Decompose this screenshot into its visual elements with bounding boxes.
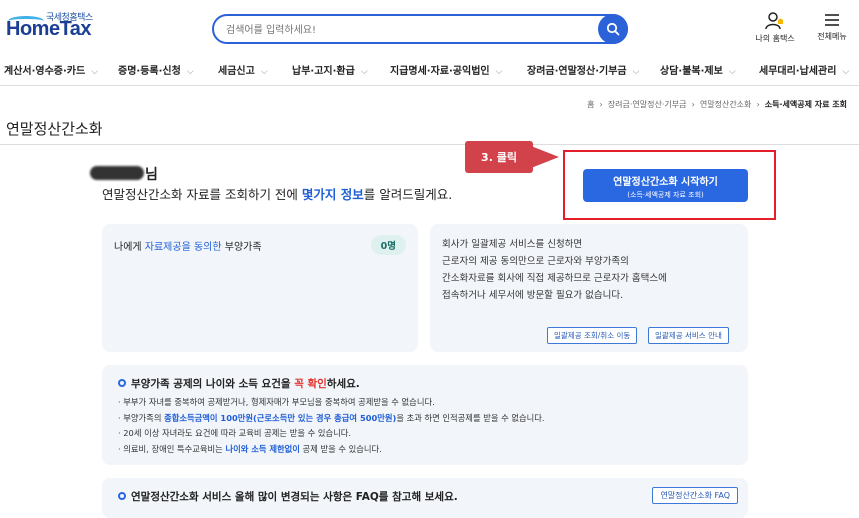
list-item: 부부가 자녀를 중복하여 공제받거나, 형제자매가 부모님을 중복하여 공제받을… xyxy=(118,395,545,411)
step-callout: 3. 클릭 xyxy=(465,141,533,173)
list-item: 20세 이상 자녀라도 요건에 따라 교육비 공제는 받을 수 있습니다. xyxy=(118,426,545,442)
text-line: 접속하거나 세무서에 방문할 필요가 없습니다. xyxy=(442,290,624,301)
greeting-highlight: 몇가지 정보 xyxy=(301,187,364,202)
breadcrumb: 홈 › 장려금·연말정산·기부금 › 연말정산간소화 › 소득·세액공제 자료 … xyxy=(587,100,847,109)
breadcrumb-item[interactable]: 홈 xyxy=(587,100,594,109)
faq-button[interactable]: 연말정산간소화 FAQ xyxy=(652,487,738,504)
list-item: 부양가족의 종합소득금액이 100만원(근로소득만 있는 경우 총급여 500만… xyxy=(118,411,545,427)
notice-list: 부부가 자녀를 중복하여 공제받거나, 형제자매가 부모님을 중복하여 공제받을… xyxy=(118,395,545,458)
chevron-down-icon: ⌵ xyxy=(842,67,850,77)
faq-notice: 연말정산간소화 서비스 올해 많이 변경되는 사항은 FAQ를 참고해 보세요.… xyxy=(102,478,748,518)
search-input[interactable] xyxy=(226,21,606,39)
nav-label: 납부·고지·환급 xyxy=(292,66,355,77)
redacted-username xyxy=(90,166,144,180)
divider xyxy=(0,144,859,145)
page-title: 연말정산간소화 xyxy=(6,120,103,138)
nav-item-certificate[interactable]: 증명·등록·신청 ⌵ xyxy=(118,62,194,77)
list-text: 부부가 자녀를 중복하여 공제받거나, 형제자매가 부모님을 중복하여 공제받을… xyxy=(123,397,435,407)
my-hometax-button[interactable]: 나의 홈택스 xyxy=(750,12,800,44)
nav-label: 지급명세·자료·공익법인 xyxy=(390,66,490,77)
all-menu-button[interactable]: 전체메뉴 xyxy=(807,12,857,42)
consent-highlight: 자료제공을 동의한 xyxy=(144,242,222,253)
search-icon xyxy=(606,22,620,36)
notice-title-b: 하세요. xyxy=(326,378,360,390)
start-year-end-settlement-button[interactable]: 연말정산간소화 시작하기 (소득·세액공제 자료 조회) xyxy=(583,169,748,202)
notice-title-emphasis: 꼭 확인 xyxy=(294,378,327,390)
consent-card-title: 나에게 자료제공을 동의한 부양가족 xyxy=(114,238,262,253)
nav-item-tax-agent[interactable]: 세무대리·납세관리 ⌵ xyxy=(759,62,849,77)
menu-icon xyxy=(825,14,839,26)
list-highlight: 나이와 소득 제한없이 xyxy=(225,443,300,454)
user-bell-icon xyxy=(765,12,783,30)
all-menu-label: 전체메뉴 xyxy=(817,32,847,41)
nav-label: 세금신고 xyxy=(218,66,255,77)
consent-dependents-card: 나에게 자료제공을 동의한 부양가족 0명 xyxy=(102,224,418,352)
list-text: 공제 받을 수 있습니다. xyxy=(299,443,382,454)
chevron-down-icon: ⌵ xyxy=(186,67,194,77)
breadcrumb-item[interactable]: 장려금·연말정산·기부금 xyxy=(608,100,687,109)
dependent-requirements-notice: 부양가족 공제의 나이와 소득 요건을 꼭 확인하세요. 부부가 자녀를 중복하… xyxy=(102,365,748,465)
faq-title: 연말정산간소화 서비스 올해 많이 변경되는 사항은 FAQ를 참고해 보세요. xyxy=(118,489,458,504)
chevron-down-icon: ⌵ xyxy=(495,67,503,77)
breadcrumb-current: 소득·세액공제 자료 조회 xyxy=(764,100,847,109)
bulk-lookup-cancel-button[interactable]: 일괄제공 조회/취소 이동 xyxy=(547,327,638,344)
breadcrumb-item[interactable]: 연말정산간소화 xyxy=(700,100,752,109)
bullet-circle-icon xyxy=(118,379,126,387)
greeting-name-suffix: 님 xyxy=(145,167,158,183)
list-text: 의료비, 장애인 특수교육비는 xyxy=(123,443,226,454)
chevron-down-icon: ⌵ xyxy=(728,67,736,77)
nav-label: 세무대리·납세관리 xyxy=(759,66,837,77)
list-text: 을 초과 하면 인적공제를 받을 수 없습니다. xyxy=(396,412,545,423)
list-item: 의료비, 장애인 특수교육비는 나이와 소득 제한없이 공제 받을 수 있습니다… xyxy=(118,442,545,458)
text-line: 회사가 일괄제공 서비스를 신청하면 xyxy=(442,239,583,250)
hometax-logo[interactable]: 국세청홈택스 HomeTax xyxy=(6,10,96,44)
callout-arrow xyxy=(531,146,559,168)
chevron-down-icon: ⌵ xyxy=(360,67,368,77)
greeting-text: 연말정산간소화 자료를 조회하기 전에 몇가지 정보를 알려드릴게요. xyxy=(102,184,452,203)
consent-suffix: 부양가족 xyxy=(221,242,262,253)
faq-title-text: 연말정산간소화 서비스 올해 많이 변경되는 사항은 FAQ를 참고해 보세요. xyxy=(131,491,458,503)
nav-item-year-end[interactable]: 장려금·연말정산·기부금 ⌵ xyxy=(527,62,639,77)
text-line: 간소화자료를 회사에 직접 제공하므로 근로자가 홈택스에 xyxy=(442,273,667,284)
search-bar xyxy=(212,14,628,44)
text-line: 근로자의 제공 동의만으로 근로자와 부양가족의 xyxy=(442,256,629,267)
logo-title: HomeTax xyxy=(6,18,92,40)
header: 국세청홈택스 HomeTax 나의 홈택스 전체메뉴 xyxy=(0,0,859,52)
notice-title-a: 부양가족 공제의 나이와 소득 요건을 xyxy=(131,378,295,390)
list-text: 20세 이상 자녀라도 요건에 따라 교육비 공제는 받을 수 있습니다. xyxy=(123,428,352,438)
search-button[interactable] xyxy=(598,14,628,44)
greeting-text-after: 를 알려드릴게요. xyxy=(363,187,453,202)
notice-title: 부양가족 공제의 나이와 소득 요건을 꼭 확인하세요. xyxy=(118,376,360,391)
start-button-label: 연말정산간소화 시작하기 xyxy=(613,177,718,188)
nav-item-tax-return[interactable]: 세금신고 ⌵ xyxy=(218,62,268,77)
nav-item-consultation[interactable]: 상담·불복·제보 ⌵ xyxy=(660,62,736,77)
bulk-service-guide-button[interactable]: 일괄제공 서비스 안내 xyxy=(648,327,729,344)
nav-item-statements[interactable]: 지급명세·자료·공익법인 ⌵ xyxy=(390,62,502,77)
main-nav: 계산서·영수증·카드 ⌵ 증명·등록·신청 ⌵ 세금신고 ⌵ 납부·고지·환급 ⌵ 지급… xyxy=(0,52,859,86)
nav-label: 증명·등록·신청 xyxy=(118,66,181,77)
nav-label: 계산서·영수증·카드 xyxy=(4,66,86,77)
chevron-down-icon: ⌵ xyxy=(91,67,99,77)
chevron-down-icon: ⌵ xyxy=(632,67,640,77)
consent-prefix: 나에게 xyxy=(114,242,145,253)
greeting-text-before: 연말정산간소화 자료를 조회하기 전에 xyxy=(102,187,302,202)
my-hometax-label: 나의 홈택스 xyxy=(755,34,795,43)
nav-label: 장려금·연말정산·기부금 xyxy=(527,66,627,77)
nav-label: 상담·불복·제보 xyxy=(660,66,723,77)
bullet-circle-icon xyxy=(118,492,126,500)
bulk-provision-text: 회사가 일괄제공 서비스를 신청하면 근로자의 제공 동의만으로 근로자와 부양… xyxy=(442,236,667,304)
dependents-count-badge: 0명 xyxy=(370,235,406,255)
start-button-sublabel: (소득·세액공제 자료 조회) xyxy=(627,191,704,199)
nav-item-invoice[interactable]: 계산서·영수증·카드 ⌵ xyxy=(4,62,98,77)
chevron-down-icon: ⌵ xyxy=(260,67,268,77)
list-text: 부양가족의 xyxy=(123,412,165,423)
nav-item-payment[interactable]: 납부·고지·환급 ⌵ xyxy=(292,62,368,77)
list-highlight: 종합소득금액이 100만원(근로소득만 있는 경우 총급여 500만원) xyxy=(164,412,397,423)
